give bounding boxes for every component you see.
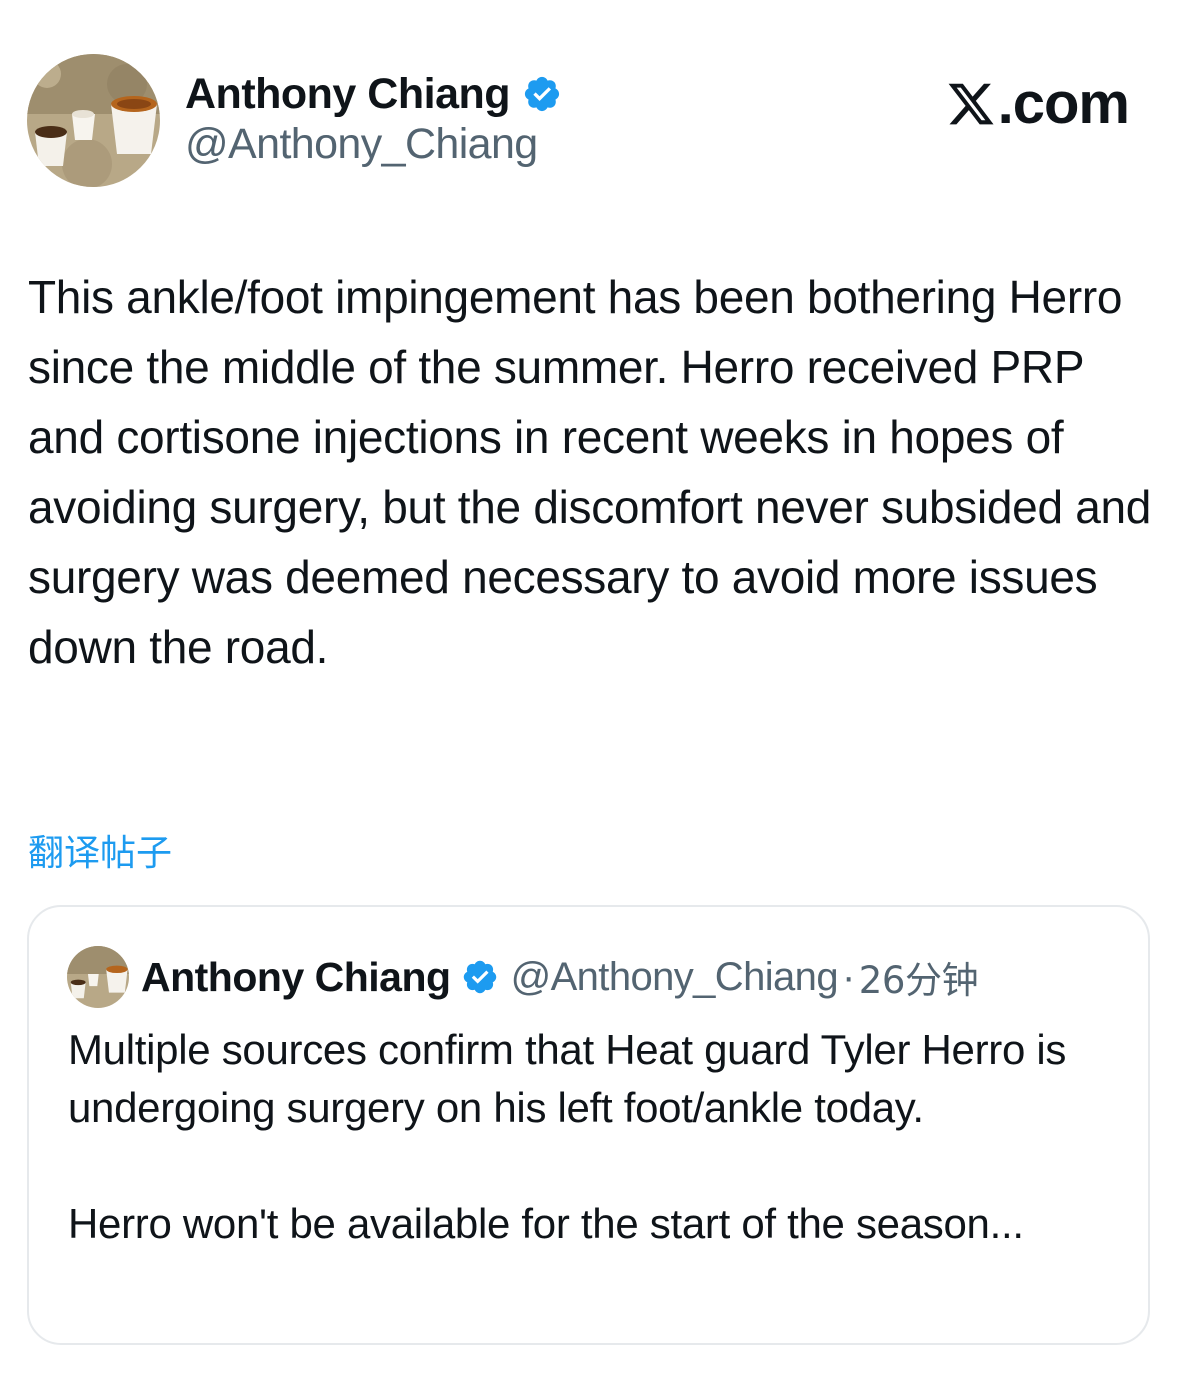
avatar[interactable] — [27, 54, 160, 187]
tweet-text: This ankle/foot impingement has been bot… — [28, 271, 1164, 673]
quoted-tweet-card[interactable]: Anthony Chiang @Anthony_Chiang · 26分钟 Mu… — [27, 905, 1150, 1345]
verified-badge-icon — [463, 960, 496, 994]
quoted-avatar[interactable] — [67, 946, 129, 1008]
x-logo-icon — [948, 83, 994, 124]
brand-suffix: .com — [997, 71, 1130, 136]
quoted-handle[interactable]: @Anthony_Chiang — [511, 955, 839, 1000]
quoted-text: Multiple sources confirm that Heat guard… — [68, 1021, 1128, 1253]
quoted-paragraph-2: Herro won't be available for the start o… — [68, 1200, 1024, 1247]
avatar-photo — [27, 54, 160, 187]
separator-dot: · — [841, 954, 855, 999]
quoted-paragraph-1: Multiple sources confirm that Heat guard… — [68, 1026, 1067, 1131]
quoted-display-name[interactable]: Anthony Chiang — [141, 954, 451, 1001]
quoted-header: Anthony Chiang @Anthony_Chiang · 26分钟 — [141, 949, 979, 1005]
brand-logo: .com — [946, 70, 1130, 137]
author-name[interactable]: Anthony Chiang — [185, 66, 562, 122]
quoted-timestamp[interactable]: 26分钟 — [859, 950, 979, 1004]
translate-post-link[interactable]: 翻译帖子 — [28, 824, 172, 876]
author-display-name[interactable]: Anthony Chiang — [185, 70, 511, 119]
author-handle[interactable]: @Anthony_Chiang — [185, 120, 538, 169]
avatar-photo — [67, 946, 129, 1008]
verified-badge-icon — [524, 76, 560, 112]
